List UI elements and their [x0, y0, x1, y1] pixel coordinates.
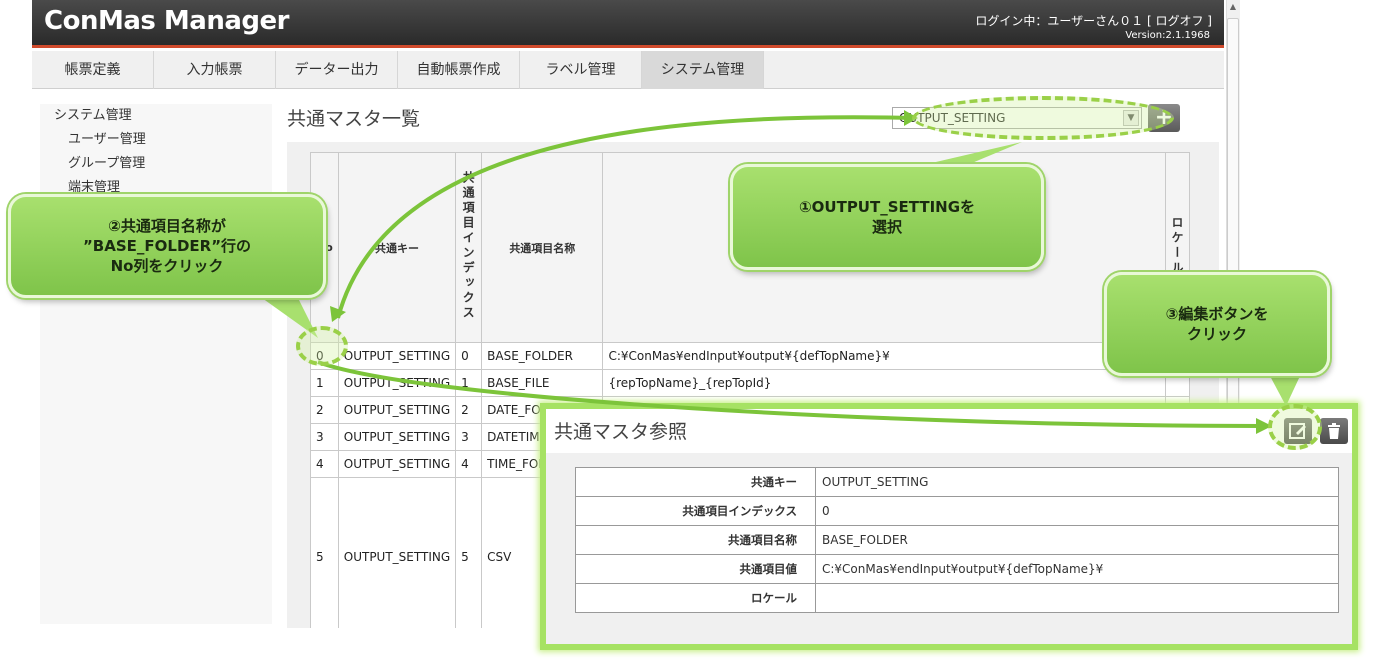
logout-link[interactable]: [ ログオフ ]: [1147, 14, 1212, 28]
row-value: C:¥ConMas¥endInput¥output¥{defTopName}¥: [602, 342, 1166, 370]
sidebar-item-groups[interactable]: グループ管理: [40, 152, 272, 176]
tab-data-output[interactable]: データー出力: [276, 51, 398, 89]
detail-label: 共通項目名称: [575, 525, 816, 555]
detail-row: 共通項目インデックス 0: [575, 496, 1339, 526]
header-name: 共通項目名称: [481, 152, 604, 343]
highlight-row-no: [296, 326, 348, 366]
tab-auto-form[interactable]: 自動帳票作成: [398, 51, 520, 89]
modal-title: 共通マスタ参照: [554, 421, 688, 443]
table-row[interactable]: 0 OUTPUT_SETTING 0 BASE_FOLDER C:¥ConMas…: [310, 342, 1191, 370]
header-key: 共通キー: [337, 152, 457, 343]
row-no-link[interactable]: 5: [310, 477, 339, 636]
table-row[interactable]: 1 OUTPUT_SETTING 1 BASE_FILE {repTopName…: [310, 369, 1191, 397]
row-index: 4: [455, 450, 483, 478]
scroll-up-icon[interactable]: ▲: [1227, 2, 1239, 14]
row-index: 2: [455, 396, 483, 424]
callout-step2: ②共通項目名称が ”BASE_FOLDER”行の No列をクリック: [8, 194, 326, 298]
sidebar-item-users[interactable]: ユーザー管理: [40, 128, 272, 152]
row-no-link[interactable]: 4: [310, 450, 339, 478]
sidebar: システム管理 ユーザー管理 グループ管理 端末管理: [40, 104, 272, 624]
tab-form-definition[interactable]: 帳票定義: [32, 51, 154, 89]
detail-label: 共通項目インデックス: [575, 496, 816, 526]
sidebar-title[interactable]: システム管理: [40, 104, 272, 128]
header-index: 共通項目インデックス: [455, 152, 483, 343]
tab-input-forms[interactable]: 入力帳票: [154, 51, 276, 89]
row-key: OUTPUT_SETTING: [337, 369, 457, 397]
app-header: ConMas Manager ログイン中：ユーザーさん０１ [ ログオフ ] V…: [32, 0, 1224, 48]
tab-label-management[interactable]: ラベル管理: [520, 51, 642, 89]
detail-table: 共通キー OUTPUT_SETTING 共通項目インデックス 0 共通項目名称 …: [575, 467, 1339, 613]
detail-label: ロケール: [575, 583, 816, 613]
detail-modal: 共通マスタ参照 共通キー OUTPUT_SETTING 共通項目インデックス 0…: [540, 403, 1358, 650]
row-index: 5: [455, 477, 483, 636]
row-no-link[interactable]: 3: [310, 423, 339, 451]
delete-button[interactable]: [1320, 418, 1348, 444]
row-key: OUTPUT_SETTING: [337, 477, 457, 636]
row-index: 0: [455, 342, 483, 370]
row-value: {repTopName}_{repTopId}: [602, 369, 1166, 397]
row-key: OUTPUT_SETTING: [337, 396, 457, 424]
row-no-link[interactable]: 2: [310, 396, 339, 424]
detail-row: 共通項目値 C:¥ConMas¥endInput¥output¥{defTopN…: [575, 554, 1339, 584]
detail-label: 共通キー: [575, 467, 816, 497]
callout-step1: ①OUTPUT_SETTINGを 選択: [730, 164, 1044, 270]
row-key: OUTPUT_SETTING: [337, 423, 457, 451]
detail-value: OUTPUT_SETTING: [815, 467, 1339, 497]
row-index: 3: [455, 423, 483, 451]
detail-row: ロケール: [575, 583, 1339, 613]
login-user-label: ログイン中：ユーザーさん０１: [975, 14, 1144, 28]
modal-title-bar: 共通マスタ参照: [546, 409, 1352, 453]
detail-value: 0: [815, 496, 1339, 526]
page-title: 共通マスタ一覧: [287, 108, 421, 130]
modal-body: 共通マスタ参照 共通キー OUTPUT_SETTING 共通項目インデックス 0…: [546, 409, 1352, 644]
main-tab-bar: 帳票定義 入力帳票 データー出力 自動帳票作成 ラベル管理 システム管理: [32, 51, 1224, 89]
row-name: BASE_FOLDER: [481, 342, 604, 370]
row-index: 1: [455, 369, 483, 397]
version-label: Version:2.1.1968: [1125, 30, 1210, 41]
highlight-edit-button: [1268, 404, 1322, 450]
detail-value: BASE_FOLDER: [815, 525, 1339, 555]
highlight-select: [912, 96, 1174, 140]
detail-row: 共通キー OUTPUT_SETTING: [575, 467, 1339, 497]
detail-value: [815, 583, 1339, 613]
trash-icon: [1328, 423, 1340, 439]
detail-row: 共通項目名称 BASE_FOLDER: [575, 525, 1339, 555]
tab-system-management[interactable]: システム管理: [642, 51, 764, 89]
login-info: ログイン中：ユーザーさん０１ [ ログオフ ]: [975, 14, 1212, 28]
row-key: OUTPUT_SETTING: [337, 450, 457, 478]
row-name: BASE_FILE: [481, 369, 604, 397]
callout-step3: ③編集ボタンを クリック: [1104, 272, 1330, 376]
row-key: OUTPUT_SETTING: [337, 342, 457, 370]
app-title: ConMas Manager: [44, 6, 289, 36]
detail-label: 共通項目値: [575, 554, 816, 584]
row-no-link[interactable]: 1: [310, 369, 339, 397]
detail-value: C:¥ConMas¥endInput¥output¥{defTopName}¥: [815, 554, 1339, 584]
